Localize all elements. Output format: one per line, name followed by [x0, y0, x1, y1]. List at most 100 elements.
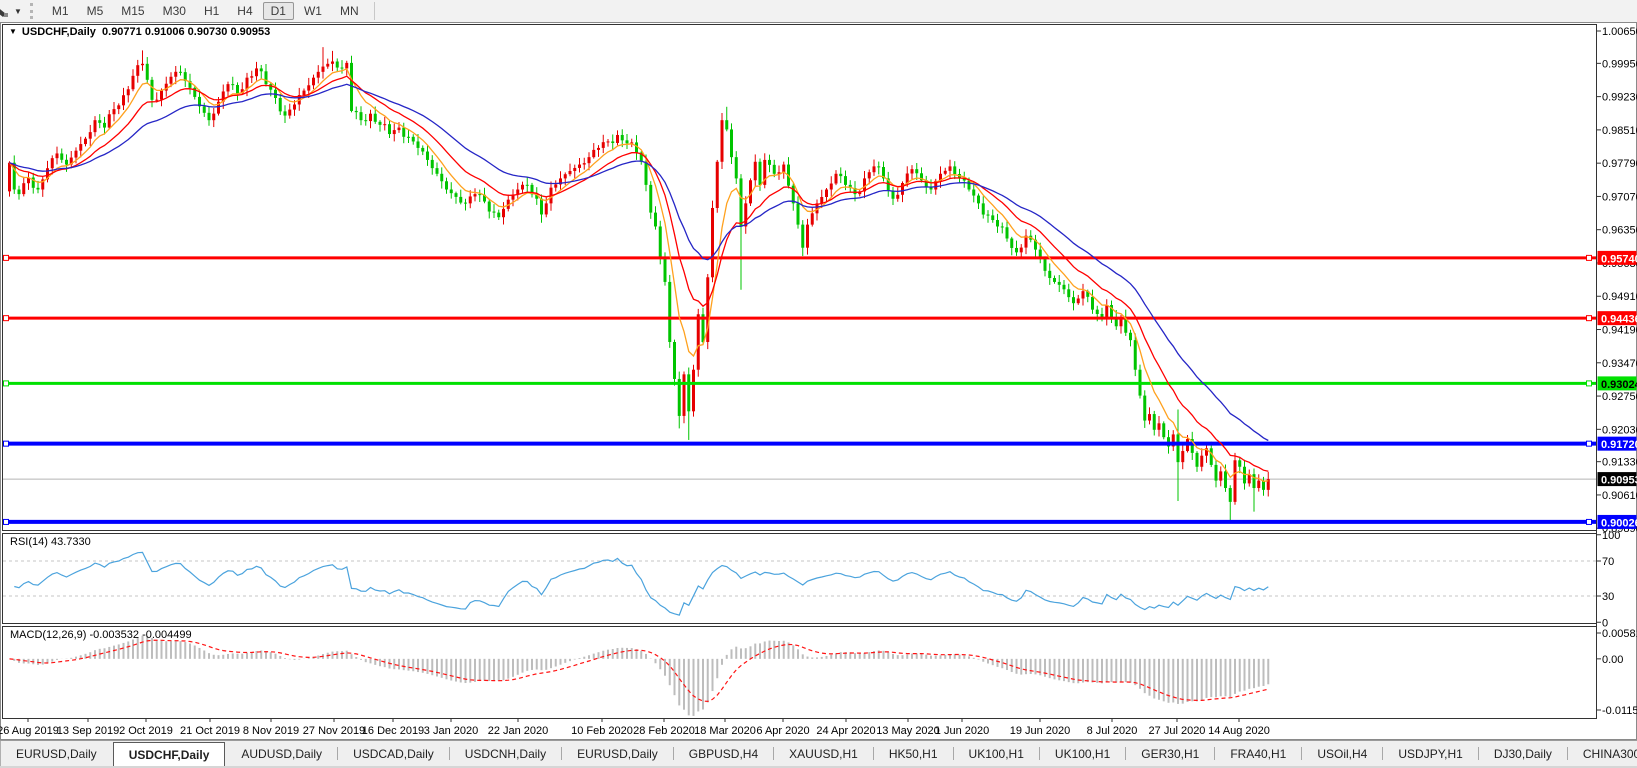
candle-body — [335, 61, 339, 68]
chart-tab-usdjpy-h1[interactable]: USDJPY,H1 — [1383, 741, 1477, 766]
candle-body — [174, 71, 178, 77]
candle-body — [126, 89, 130, 96]
candle-body — [383, 124, 387, 126]
candle-body — [1233, 460, 1237, 502]
chart-tab-hk50-h1[interactable]: HK50,H1 — [874, 741, 953, 766]
timeframe-button-h1[interactable]: H1 — [196, 2, 227, 20]
level-anchor-marker[interactable] — [1586, 315, 1592, 322]
level-anchor-marker[interactable] — [3, 380, 9, 387]
time-axis-label: 1 Jun 2020 — [935, 725, 989, 737]
timeframe-button-mn[interactable]: MN — [332, 2, 367, 20]
candle-body — [1057, 281, 1061, 285]
candle-body — [202, 106, 206, 113]
level-anchor-marker[interactable] — [3, 518, 9, 525]
candle-body — [658, 226, 662, 257]
top-toolbar: ▼ M1 M5 M15 M30 H1 H4 D1 W1 MN — [0, 0, 1637, 22]
time-axis-label: 21 Oct 2019 — [180, 725, 240, 737]
candle-body — [540, 198, 543, 215]
candle-body — [464, 202, 467, 204]
chart-tab-usdcad-daily[interactable]: USDCAD,Daily — [338, 741, 449, 766]
chart-tab-usdchf-daily[interactable]: USDCHF,Daily — [112, 742, 226, 766]
time-axis-label: 13 May 2020 — [876, 725, 940, 737]
candle-body — [307, 85, 311, 91]
level-anchor-marker[interactable] — [1586, 518, 1592, 525]
rsi-axis-tick-label: 30 — [1602, 591, 1614, 603]
candle-body — [117, 105, 121, 110]
candle-body — [397, 127, 401, 131]
candle-body — [1219, 471, 1223, 481]
timeframe-button-m1[interactable]: M1 — [44, 2, 77, 20]
chart-tabs: EURUSD,Daily USDCHF,Daily AUDUSD,Daily USDC… — [1, 741, 1637, 766]
candle-body — [421, 147, 425, 152]
chart-tab-bar: EURUSD,Daily USDCHF,Daily AUDUSD,Daily USDC… — [0, 740, 1637, 766]
timeframe-button-h4[interactable]: H4 — [229, 2, 260, 20]
candle-body — [207, 112, 211, 121]
chart-tab-china300-h1[interactable]: CHINA300,H1 — [1568, 741, 1637, 766]
candle-body — [141, 63, 144, 66]
candle-body — [340, 67, 344, 69]
timeframe-button-d1[interactable]: D1 — [262, 2, 294, 20]
candle-body — [93, 120, 97, 133]
chart-window: 1.00650 0.99950 0.99230 0.98510 0.97790 0.970… — [0, 22, 1637, 740]
level-anchor-marker[interactable] — [1586, 440, 1592, 447]
chart-tab-uk100-h1[interactable]: UK100,H1 — [954, 741, 1039, 766]
candle-body — [1043, 259, 1047, 271]
chart-tab-ger30-h1[interactable]: GER30,H1 — [1126, 741, 1214, 766]
chart-tab-eurusd-daily[interactable]: EURUSD,Daily — [1, 741, 112, 766]
candle-body — [478, 194, 482, 196]
level-anchor-marker[interactable] — [3, 254, 9, 261]
level-price-badge-text: 0.90026 — [1601, 517, 1637, 529]
price-axis-tick-label: 0.97790 — [1602, 158, 1637, 170]
candle-body — [502, 208, 505, 218]
candle-body — [1148, 414, 1151, 421]
candle-body — [473, 194, 477, 197]
candle-body — [625, 140, 629, 144]
candle-body — [17, 189, 21, 195]
level-anchor-marker[interactable] — [1586, 380, 1592, 387]
candle-body — [663, 256, 667, 282]
chart-tab-fra40-h1[interactable]: FRA40,H1 — [1215, 741, 1301, 766]
timeframe-button-m5[interactable]: M5 — [79, 2, 112, 20]
chart-tab-dj30-daily[interactable]: DJ30,Daily — [1479, 741, 1567, 766]
rsi-pane — [2, 533, 1597, 624]
level-anchor-marker[interactable] — [3, 440, 9, 447]
timeframe-buttons: M1 M5 M15 M30 H1 H4 D1 W1 MN — [43, 2, 368, 20]
level-anchor-marker[interactable] — [1586, 254, 1592, 261]
candle-body — [36, 187, 40, 190]
timeframe-button-w1[interactable]: W1 — [296, 2, 330, 20]
rsi-axis-tick-label: 70 — [1602, 556, 1614, 568]
candle-body — [839, 173, 843, 177]
chart-tab-xauusd-h1[interactable]: XAUUSD,H1 — [774, 741, 873, 766]
candle-body — [692, 369, 695, 412]
price-axis-tick-label: 0.94190 — [1602, 325, 1637, 337]
candle-body — [896, 194, 900, 199]
chart-canvas[interactable]: 1.00650 0.99950 0.99230 0.98510 0.97790 0.970… — [0, 22, 1637, 740]
candle-body — [1200, 455, 1204, 467]
candle-body — [592, 149, 596, 158]
candle-body — [288, 109, 292, 116]
price-axis-tick-label: 1.00650 — [1602, 26, 1637, 38]
price-axis-tick-label: 0.92030 — [1602, 424, 1637, 436]
chart-tab-uk100-h1[interactable]: UK100,H1 — [1040, 741, 1125, 766]
drawing-tool-icon[interactable] — [0, 3, 12, 19]
timeframe-button-m15[interactable]: M15 — [113, 2, 152, 20]
chart-tab-audusd-daily[interactable]: AUDUSD,Daily — [226, 741, 337, 766]
chart-tab-usoil-h4[interactable]: USOil,H4 — [1302, 741, 1382, 766]
time-axis-label: 14 Aug 2020 — [1208, 725, 1270, 737]
candle-body — [986, 214, 990, 216]
chart-tab-usdcnh-daily[interactable]: USDCNH,Daily — [450, 741, 561, 766]
candle-body — [568, 171, 572, 175]
chart-tab-eurusd-daily[interactable]: EURUSD,Daily — [562, 741, 673, 766]
candle-body — [411, 136, 415, 142]
candle-body — [445, 181, 448, 190]
level-anchor-marker[interactable] — [3, 315, 9, 322]
candle-body — [331, 61, 334, 64]
candle-body — [734, 157, 738, 179]
macd-axis-tick-label: 0.00 — [1602, 654, 1623, 666]
candle-body — [293, 104, 296, 110]
candle-body — [88, 132, 92, 139]
timeframe-button-m30[interactable]: M30 — [155, 2, 194, 20]
candle-body — [255, 68, 258, 77]
dropdown-caret-icon[interactable]: ▼ — [14, 7, 22, 16]
chart-tab-gbpusd-h4[interactable]: GBPUSD,H4 — [674, 741, 773, 766]
